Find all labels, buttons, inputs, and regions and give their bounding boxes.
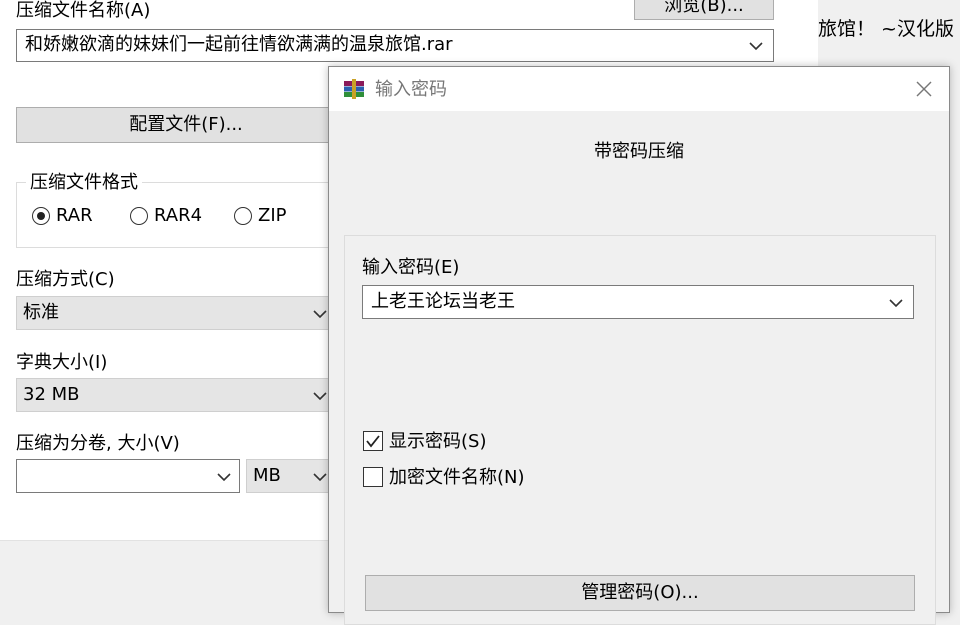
password-dialog-heading: 带密码压缩 (594, 141, 684, 162)
radio-rar4[interactable] (130, 207, 148, 225)
password-input[interactable]: 上老王论坛当老王 (362, 285, 914, 319)
radio-rar-label[interactable]: RAR (56, 205, 93, 227)
chevron-down-icon[interactable] (311, 387, 329, 405)
close-icon[interactable] (913, 78, 935, 100)
chevron-down-icon[interactable] (747, 37, 765, 55)
split-size-combo[interactable] (16, 459, 240, 493)
password-value: 上老王论坛当老王 (371, 291, 515, 312)
winrar-icon (343, 79, 365, 99)
chevron-down-icon[interactable] (215, 468, 233, 486)
encrypt-names-label[interactable]: 加密文件名称(N) (389, 467, 525, 489)
chevron-down-icon[interactable] (311, 305, 329, 323)
chevron-down-icon[interactable] (311, 468, 329, 486)
show-password-label[interactable]: 显示密码(S) (389, 431, 486, 453)
password-dialog-title: 输入密码 (375, 79, 447, 100)
split-unit-combo[interactable]: MB (246, 459, 336, 493)
password-label: 输入密码(E) (362, 257, 460, 278)
profiles-button[interactable]: 配置文件(F)... (16, 107, 356, 143)
dict-combo[interactable]: 32 MB (16, 378, 336, 412)
browse-button[interactable]: 浏览(B)... (634, 0, 774, 20)
radio-rar[interactable] (32, 207, 50, 225)
show-password-checkbox[interactable] (363, 431, 383, 451)
split-label: 压缩为分卷, 大小(V) (16, 433, 180, 454)
method-combo[interactable]: 标准 (16, 296, 336, 330)
radio-zip-label[interactable]: ZIP (258, 205, 287, 227)
dict-label: 字典大小(I) (16, 352, 108, 373)
archive-name-value: 和娇嫩欲滴的妹妹们一起前往情欲满满的温泉旅馆.rar (25, 34, 453, 55)
method-label: 压缩方式(C) (16, 269, 115, 290)
password-dialog-titlebar[interactable]: 输入密码 (329, 67, 949, 111)
radio-rar4-label[interactable]: RAR4 (154, 205, 202, 227)
background-window-title: 旅馆！ ~汉化版 (818, 18, 954, 40)
split-unit-value: MB (253, 465, 281, 486)
format-group-label: 压缩文件格式 (26, 172, 142, 194)
archive-name-label: 压缩文件名称(A) (16, 0, 151, 21)
method-value: 标准 (23, 302, 59, 323)
organize-passwords-button[interactable]: 管理密码(O)... (365, 575, 915, 611)
dict-value: 32 MB (23, 384, 80, 405)
radio-zip[interactable] (234, 207, 252, 225)
chevron-down-icon[interactable] (887, 294, 905, 312)
archive-name-combo[interactable]: 和娇嫩欲滴的妹妹们一起前往情欲满满的温泉旅馆.rar (16, 29, 774, 62)
main-dialog-footer (0, 540, 330, 613)
encrypt-names-checkbox[interactable] (363, 467, 383, 487)
password-dialog: 输入密码 带密码压缩 输入密码(E) 上老王论坛当老王 显示密码(S) 加密文件… (328, 66, 950, 625)
